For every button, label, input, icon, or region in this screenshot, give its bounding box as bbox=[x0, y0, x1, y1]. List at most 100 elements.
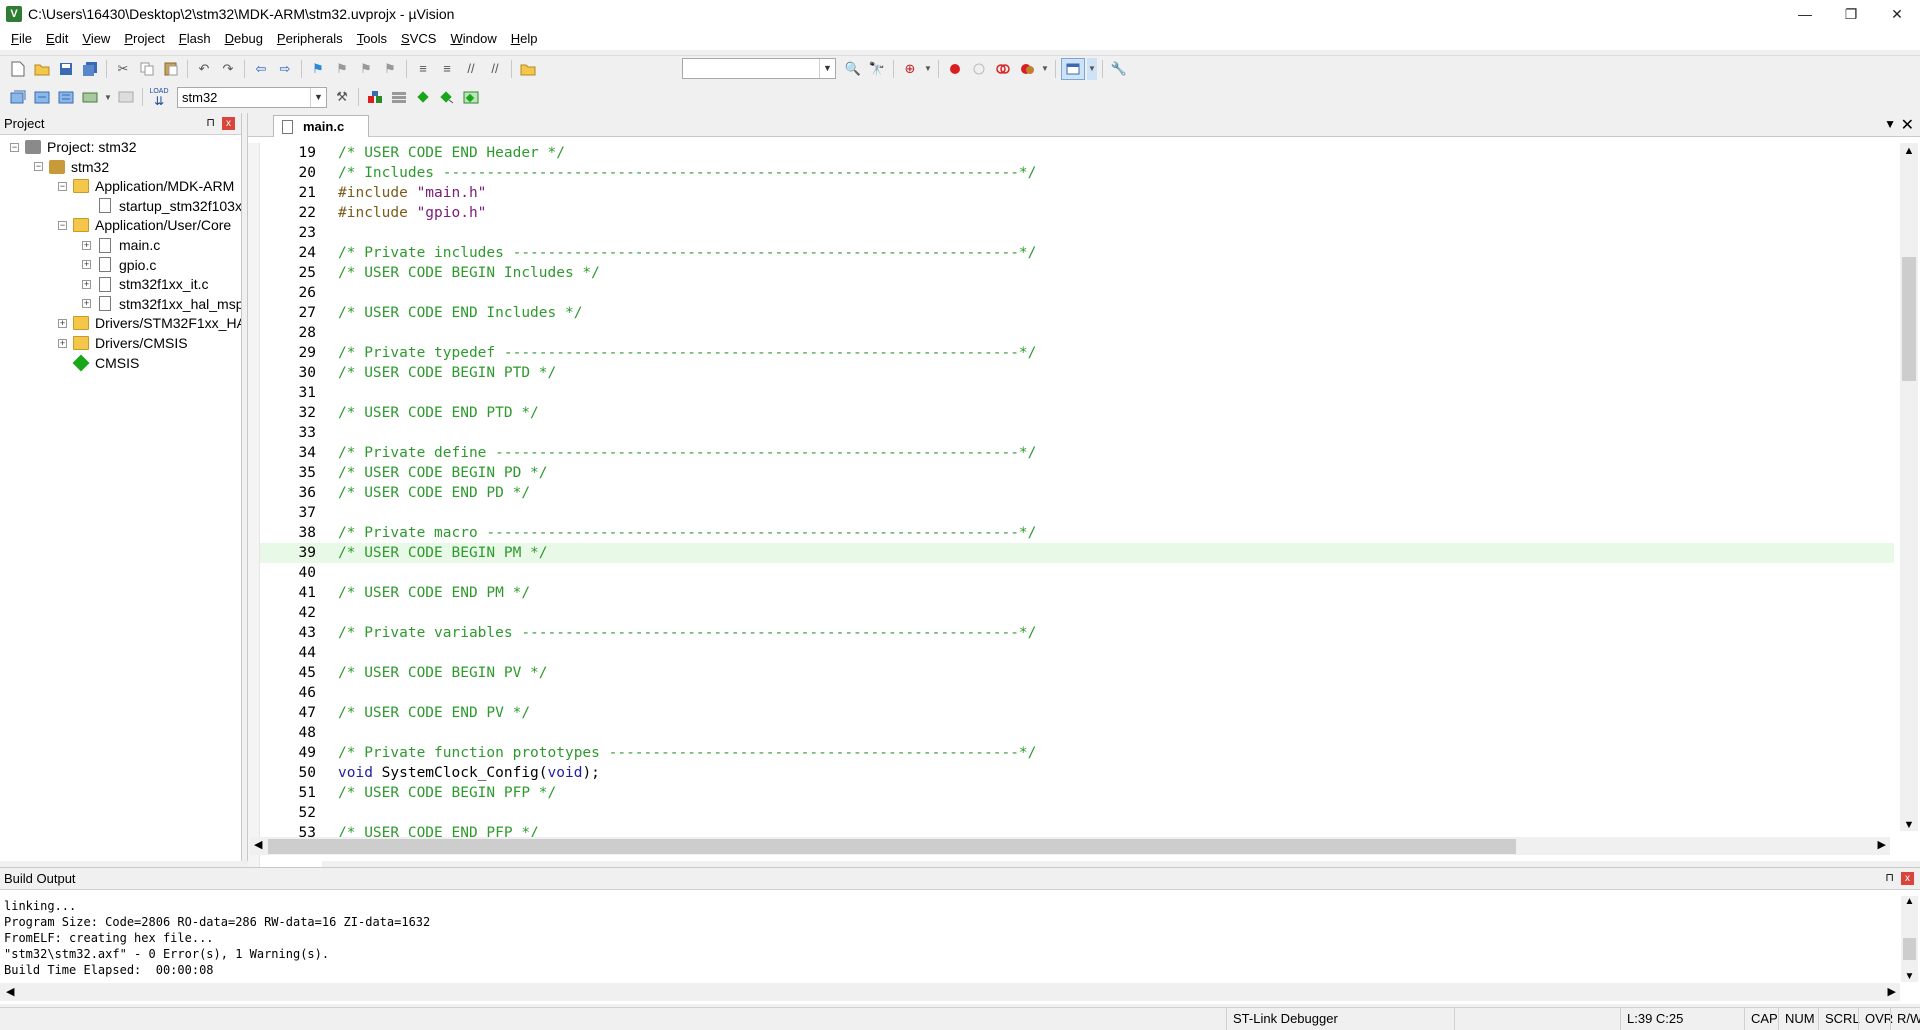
scrollbar-thumb[interactable] bbox=[1902, 257, 1916, 381]
scroll-up-icon[interactable]: ▲ bbox=[1901, 896, 1918, 907]
code-line[interactable]: 27 /* USER CODE END Includes */ bbox=[248, 303, 1894, 323]
code-line[interactable]: 35 /* USER CODE BEGIN PD */ bbox=[248, 463, 1894, 483]
enable-breakpoint-icon[interactable] bbox=[968, 58, 990, 80]
select-packs-icon[interactable] bbox=[388, 86, 410, 108]
tab-list-dropdown-icon[interactable]: ▼ bbox=[1884, 117, 1896, 131]
disable-all-breakpoints-icon[interactable] bbox=[992, 58, 1014, 80]
cut-icon[interactable]: ✂ bbox=[112, 58, 134, 80]
unindent-icon[interactable]: ≡ bbox=[436, 58, 458, 80]
editor-tab-main-c[interactable]: main.c bbox=[273, 115, 369, 137]
scrollbar-thumb[interactable] bbox=[1903, 938, 1916, 960]
code-line[interactable]: 29 /* Private typedef -------------------… bbox=[248, 343, 1894, 363]
collapse-icon[interactable]: − bbox=[58, 220, 67, 230]
expand-icon[interactable]: + bbox=[82, 299, 91, 309]
code-line[interactable]: 41 /* USER CODE END PM */ bbox=[248, 583, 1894, 603]
open-file-icon[interactable] bbox=[31, 58, 53, 80]
scroll-down-icon[interactable]: ▼ bbox=[1900, 819, 1918, 831]
menu-debug[interactable]: Debug bbox=[218, 28, 270, 50]
close-window-button[interactable]: ✕ bbox=[1874, 0, 1920, 28]
pack-installer-icon[interactable] bbox=[436, 86, 458, 108]
code-line[interactable]: 45 /* USER CODE BEGIN PV */ bbox=[248, 663, 1894, 683]
collapse-icon[interactable]: − bbox=[10, 142, 19, 152]
window-layout-icon[interactable] bbox=[1061, 57, 1085, 80]
scroll-down-icon[interactable]: ▼ bbox=[1901, 971, 1918, 982]
tree-item[interactable]: CMSIS bbox=[58, 353, 139, 373]
menu-file[interactable]: File bbox=[4, 28, 39, 50]
tree-item[interactable]: + Drivers/CMSIS bbox=[58, 333, 188, 353]
code-line[interactable]: 50 void SystemClock_Config(void); bbox=[248, 763, 1894, 783]
menu-svcs[interactable]: SVCS bbox=[394, 28, 443, 50]
tree-item[interactable]: − Application/MDK-ARM bbox=[58, 176, 234, 196]
scroll-left-icon[interactable]: ◀ bbox=[6, 985, 14, 998]
code-line[interactable]: 34 /* Private define --------------------… bbox=[248, 443, 1894, 463]
code-line[interactable]: 48 bbox=[248, 723, 1894, 743]
pack-update-icon[interactable] bbox=[460, 86, 482, 108]
code-line[interactable]: 38 /* Private macro ---------------------… bbox=[248, 523, 1894, 543]
chevron-down-icon[interactable]: ▼ bbox=[1040, 58, 1050, 80]
code-line[interactable]: 46 bbox=[248, 683, 1894, 703]
find-icon[interactable]: 🔍 bbox=[842, 58, 864, 80]
code-area[interactable]: 19 /* USER CODE END Header */ 20 /* Include… bbox=[248, 143, 1894, 947]
tree-item[interactable]: + gpio.c bbox=[82, 255, 156, 275]
code-line[interactable]: 52 bbox=[248, 803, 1894, 823]
minimize-button[interactable]: — bbox=[1782, 0, 1828, 28]
download-icon[interactable]: LOAD ⇊ bbox=[148, 86, 170, 108]
scroll-left-icon[interactable]: ◀ bbox=[254, 838, 262, 851]
code-line[interactable]: 36 /* USER CODE END PD */ bbox=[248, 483, 1894, 503]
restore-button[interactable]: ❐ bbox=[1828, 0, 1874, 28]
menu-edit[interactable]: Edit bbox=[39, 28, 75, 50]
code-line[interactable]: 26 bbox=[248, 283, 1894, 303]
undo-icon[interactable]: ↶ bbox=[193, 58, 215, 80]
build-vertical-scrollbar[interactable]: ▲ ▼ bbox=[1901, 896, 1918, 982]
chevron-down-icon[interactable]: ▼ bbox=[1087, 57, 1097, 80]
tree-item[interactable]: − stm32 bbox=[34, 157, 109, 177]
editor-vertical-scrollbar[interactable]: ▲ ▼ bbox=[1900, 143, 1918, 831]
menu-flash[interactable]: Flash bbox=[172, 28, 218, 50]
save-all-icon[interactable] bbox=[79, 58, 101, 80]
tree-item[interactable]: + main.c bbox=[82, 235, 160, 255]
expand-icon[interactable]: + bbox=[58, 338, 67, 348]
close-icon[interactable]: x bbox=[222, 117, 235, 130]
target-select[interactable]: stm32 ▼ bbox=[177, 86, 327, 108]
save-icon[interactable] bbox=[55, 58, 77, 80]
chevron-down-icon[interactable]: ▼ bbox=[103, 86, 113, 108]
code-line[interactable]: 23 bbox=[248, 223, 1894, 243]
code-line[interactable]: 30 /* USER CODE BEGIN PTD */ bbox=[248, 363, 1894, 383]
code-line[interactable]: 42 bbox=[248, 603, 1894, 623]
pin-icon[interactable]: ⊓ bbox=[1885, 871, 1894, 884]
kill-all-breakpoints-icon[interactable] bbox=[1016, 58, 1038, 80]
stop-build-icon[interactable] bbox=[115, 86, 137, 108]
code-line[interactable]: 33 bbox=[248, 423, 1894, 443]
close-tab-icon[interactable]: ✕ bbox=[1901, 115, 1914, 135]
comment-icon[interactable]: // bbox=[460, 58, 482, 80]
indent-icon[interactable]: ≡ bbox=[412, 58, 434, 80]
menu-view[interactable]: View bbox=[75, 28, 117, 50]
tree-item[interactable]: − Project: stm32 bbox=[10, 137, 136, 157]
tree-item[interactable]: + stm32f1xx_it.c bbox=[82, 274, 208, 294]
scrollbar-thumb[interactable] bbox=[268, 839, 1516, 854]
menu-help[interactable]: Help bbox=[504, 28, 545, 50]
code-line[interactable]: 25 /* USER CODE BEGIN Includes */ bbox=[248, 263, 1894, 283]
find-combo[interactable]: ▼ bbox=[682, 58, 836, 79]
bookmark-toggle-icon[interactable]: ⚑ bbox=[307, 58, 329, 80]
navigate-back-icon[interactable]: ⇦ bbox=[250, 58, 272, 80]
code-line[interactable]: 47 /* USER CODE END PV */ bbox=[248, 703, 1894, 723]
editor-horizontal-scrollbar[interactable]: ◀ ▶ bbox=[250, 837, 1890, 855]
code-line[interactable]: 44 bbox=[248, 643, 1894, 663]
code-line[interactable]: 22 #include "gpio.h" bbox=[248, 203, 1894, 223]
build-icon[interactable] bbox=[31, 86, 53, 108]
chevron-down-icon[interactable]: ▼ bbox=[923, 58, 933, 80]
configure-icon[interactable]: 🔧 bbox=[1108, 58, 1130, 80]
redo-icon[interactable]: ↷ bbox=[217, 58, 239, 80]
expand-icon[interactable]: + bbox=[82, 279, 91, 289]
scroll-right-icon[interactable]: ▶ bbox=[1878, 838, 1886, 851]
build-horizontal-scrollbar[interactable]: ◀ ▶ bbox=[0, 983, 1900, 1001]
batch-build-icon[interactable] bbox=[79, 86, 101, 108]
tree-item[interactable]: + Drivers/STM32F1xx_HAL_Driver bbox=[58, 313, 241, 333]
new-file-icon[interactable] bbox=[7, 58, 29, 80]
paste-icon[interactable] bbox=[160, 58, 182, 80]
rebuild-icon[interactable] bbox=[55, 86, 77, 108]
manage-run-time-environment-icon[interactable] bbox=[412, 86, 434, 108]
options-for-target-icon[interactable]: ⚒ bbox=[331, 86, 353, 108]
bookmark-previous-icon[interactable]: ⚑ bbox=[331, 58, 353, 80]
